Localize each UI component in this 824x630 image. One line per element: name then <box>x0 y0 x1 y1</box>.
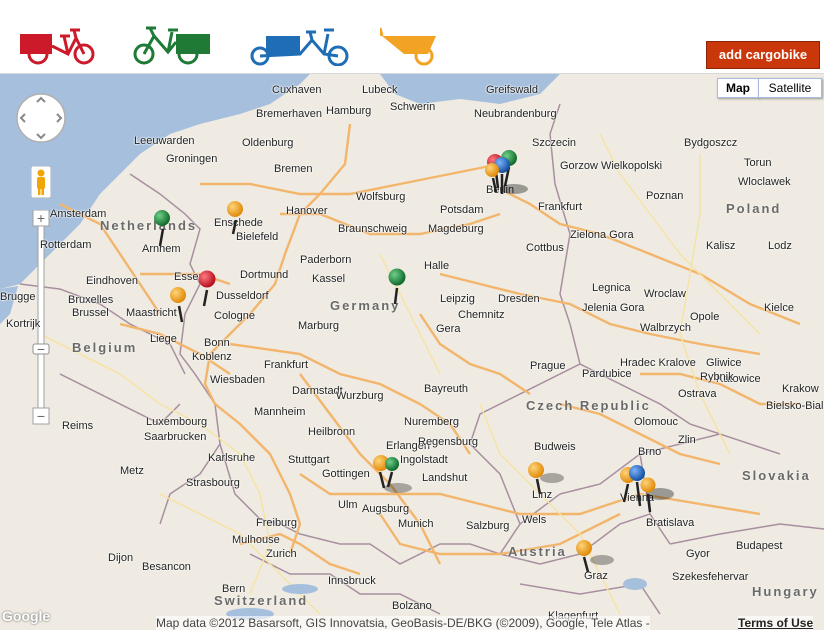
marker-pin[interactable] <box>198 270 216 307</box>
blue-cargobike-icon[interactable] <box>248 22 352 66</box>
orange-cargobike-icon[interactable] <box>380 22 440 66</box>
marker-pin[interactable] <box>227 201 243 235</box>
marker-pin[interactable] <box>154 210 170 247</box>
marker-pin[interactable] <box>528 462 564 495</box>
marker-layer <box>154 150 674 573</box>
red-cargobike-icon[interactable] <box>20 22 96 66</box>
add-cargobike-button[interactable]: add cargobike <box>706 41 820 69</box>
terms-of-use-link[interactable]: Terms of Use <box>738 616 814 630</box>
marker-pin[interactable] <box>385 457 399 488</box>
marker-pin[interactable] <box>576 540 614 573</box>
green-cargobike-icon[interactable] <box>132 22 212 66</box>
marker-pin[interactable] <box>388 268 406 305</box>
google-logo: Google <box>2 608 51 624</box>
map-attribution: Map data ©2012 Basarsoft, GIS Innovatsia… <box>156 616 650 630</box>
map-canvas[interactable]: Map Satellite + − − Netherlands Belgium … <box>0 74 824 630</box>
app-header: add cargobike <box>0 0 824 74</box>
marker-pin[interactable] <box>170 287 186 323</box>
